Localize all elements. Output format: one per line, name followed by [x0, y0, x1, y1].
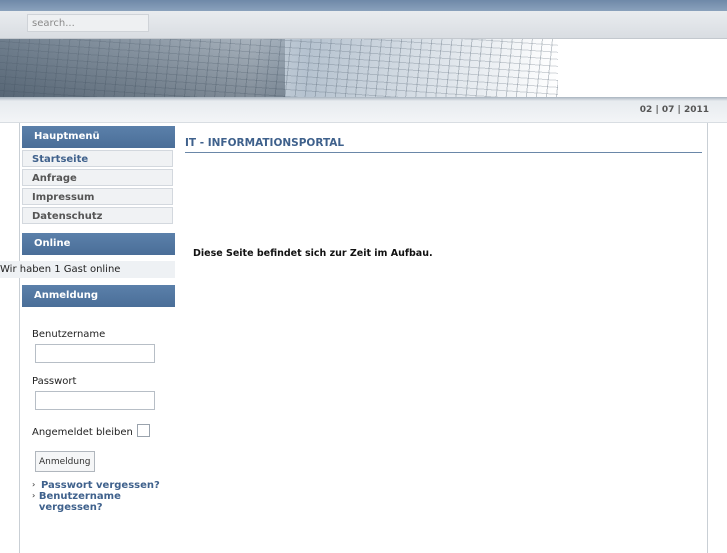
remember-checkbox[interactable] — [136, 424, 150, 437]
username-field[interactable] — [35, 344, 155, 363]
banner-image — [0, 39, 558, 97]
main-menu-heading: Hauptmenü — [22, 126, 175, 148]
date-bar: 02 | 07 | 2011 — [0, 97, 727, 123]
construction-notice: Diese Seite befindet sich zur Zeit im Au… — [193, 248, 433, 259]
current-date: 02 | 07 | 2011 — [639, 105, 709, 115]
remember-row: Angemeldet bleiben — [32, 424, 173, 438]
menu-item-impressum[interactable]: Impressum — [22, 188, 173, 205]
main-content: IT - INFORMATIONSPORTAL Diese Seite befi… — [185, 126, 702, 259]
top-strip — [0, 0, 727, 11]
building-image — [0, 39, 285, 97]
password-label: Passwort — [32, 376, 77, 387]
menu-item-anfrage[interactable]: Anfrage — [22, 169, 173, 186]
login-form: Benutzername Passwort Angemeldet bleiben… — [22, 307, 173, 513]
password-field[interactable] — [35, 391, 155, 410]
search-bar — [0, 11, 727, 39]
forgot-password-link[interactable]: › Passwort vergessen? — [32, 480, 173, 491]
search-input[interactable] — [27, 14, 149, 32]
online-heading: Online — [22, 233, 175, 255]
forgot-username-label: Benutzername vergessen? — [38, 491, 121, 513]
forgot-username-link[interactable]: › Benutzername vergessen? — [32, 491, 152, 513]
remember-label: Angemeldet bleiben — [32, 427, 133, 438]
menu-item-datenschutz[interactable]: Datenschutz — [22, 207, 173, 224]
online-status: Wir haben 1 Gast online — [0, 261, 175, 278]
menu-item-startseite[interactable]: Startseite — [22, 150, 173, 167]
header-banner — [0, 39, 727, 97]
arrow-icon: › — [32, 480, 36, 489]
forgot-password-label: Passwort vergessen? — [41, 480, 160, 491]
username-label: Benutzername — [32, 329, 106, 340]
login-button[interactable]: Anmeldung — [35, 451, 95, 472]
sidebar: Hauptmenü Startseite Anfrage Impressum D… — [0, 126, 177, 513]
page-title: IT - INFORMATIONSPORTAL — [185, 137, 702, 153]
main-menu: Startseite Anfrage Impressum Datenschutz — [20, 150, 177, 224]
login-heading: Anmeldung — [22, 285, 175, 307]
arrow-icon: › — [32, 491, 36, 500]
